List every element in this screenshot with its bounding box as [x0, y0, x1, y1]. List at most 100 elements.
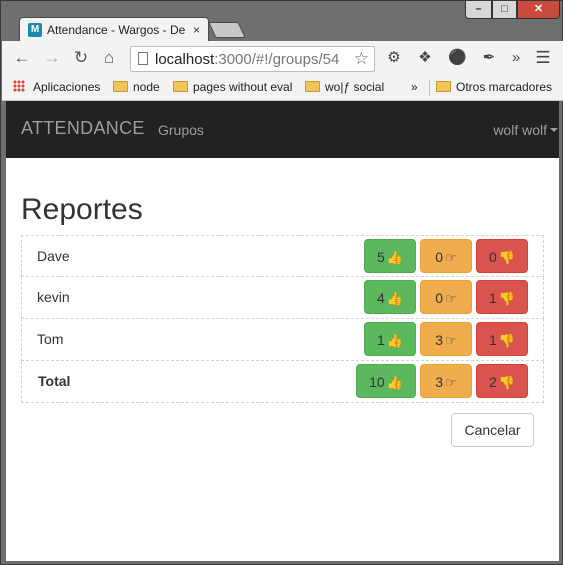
bookmark-label: pages without eval	[193, 80, 293, 94]
late-count: 0	[435, 249, 444, 265]
bookmarks-overflow[interactable]: »	[411, 80, 418, 94]
folder-icon	[173, 81, 188, 92]
evernote-icon[interactable]: ❖	[416, 49, 434, 67]
late-badge[interactable]: 3 ☞	[420, 322, 472, 356]
absent-badge[interactable]: 0 👎	[476, 239, 528, 273]
bookmark-apps-label: Aplicaciones	[33, 80, 101, 94]
present-count: 5	[377, 249, 385, 265]
folder-icon	[436, 81, 451, 92]
back-arrow-icon[interactable]: ←	[12, 49, 32, 67]
present-badge[interactable]: 4 👍	[364, 280, 416, 314]
cancel-button[interactable]: Cancelar	[451, 413, 534, 447]
hand-point-right-icon: ☞	[445, 250, 457, 265]
browser-toolbar: ← → ↻ ⌂ localhost:3000/#!/groups/54 ☆ ⚙ …	[2, 41, 563, 75]
address-bar[interactable]: localhost:3000/#!/groups/54 ☆	[130, 46, 375, 72]
reload-icon[interactable]: ↻	[71, 49, 91, 67]
total-label: Total	[38, 373, 71, 389]
url-path: :3000/#!/groups/54	[214, 51, 340, 68]
member-name: kevin	[37, 289, 70, 305]
close-icon: ✕	[533, 3, 544, 15]
present-badge[interactable]: 5 👍	[364, 239, 416, 273]
thumbs-up-icon: 👍	[386, 250, 403, 265]
thumbs-down-icon: 👎	[498, 291, 515, 306]
late-count: 0	[435, 290, 444, 306]
hand-point-right-icon: ☞	[445, 333, 457, 348]
tab-close-icon[interactable]: ×	[193, 23, 200, 37]
table-row: kevin 4 👍 0 ☞ 1 👎	[21, 277, 544, 319]
thumbs-up-icon: 👍	[386, 291, 403, 306]
site-favicon-icon: M	[28, 23, 42, 37]
close-window-button[interactable]: ✕	[517, 1, 560, 19]
late-count: 3	[435, 332, 444, 348]
thumbs-down-icon: 👎	[498, 250, 515, 265]
bookmark-folder[interactable]: pages without eval	[173, 80, 292, 94]
maximize-button[interactable]: □	[492, 1, 517, 19]
thumbs-down-icon: 👎	[498, 333, 515, 348]
late-count: 3	[435, 374, 444, 390]
forward-arrow-icon[interactable]: →	[42, 49, 62, 67]
folder-icon	[305, 81, 320, 92]
url-host: localhost	[155, 51, 215, 68]
bookmark-folder[interactable]: wo|ƒ social	[305, 80, 384, 94]
report-table: Dave 5 👍 0 ☞ 0 👎 kevin 4 👍 0 ☞ 1 👎 Tom 1 👍 3 ☞ 1…	[21, 235, 544, 403]
nav-link-grupos[interactable]: Grupos	[158, 122, 204, 138]
present-count: 1	[377, 332, 385, 348]
bookmark-folder[interactable]: node	[113, 80, 160, 94]
url-text: localhost:3000/#!/groups/54	[155, 51, 351, 68]
present-count: 4	[377, 290, 385, 306]
user-name: wolf wolf	[493, 122, 547, 138]
hand-point-right-icon: ☞	[445, 291, 457, 306]
bookmark-apps[interactable]: Aplicaciones	[13, 80, 100, 94]
navbar: ATTENDANCE Grupos wolf wolf	[6, 101, 559, 158]
late-badge[interactable]: 3 ☞	[420, 364, 472, 398]
absent-count: 0	[489, 249, 497, 265]
late-badge[interactable]: 0 ☞	[420, 239, 472, 273]
absent-badge[interactable]: 1 👎	[476, 280, 528, 314]
browser-tab[interactable]: M Attendance - Wargos - De ×	[19, 17, 209, 42]
member-name: Dave	[37, 248, 70, 264]
incognito-icon[interactable]: ⚫	[448, 49, 467, 67]
extensions-overflow-icon[interactable]: »	[507, 49, 525, 67]
thumbs-down-icon: 👎	[498, 375, 515, 390]
bookmarks-bar: Aplicaciones node pages without eval wo|…	[2, 75, 563, 101]
gear-icon[interactable]: ⚙	[385, 49, 403, 67]
absent-count: 1	[489, 332, 497, 348]
title-bar: M Attendance - Wargos - De × – □ ✕	[1, 1, 562, 42]
apps-grid-icon	[13, 80, 25, 92]
hand-point-right-icon: ☞	[445, 375, 457, 390]
thumbs-up-icon: 👍	[386, 375, 403, 390]
absent-count: 2	[489, 374, 497, 390]
minimize-button[interactable]: –	[465, 1, 492, 19]
eyedropper-icon[interactable]: ✒	[480, 49, 498, 67]
present-count: 10	[369, 374, 385, 390]
absent-badge[interactable]: 2 👎	[476, 364, 528, 398]
folder-icon	[113, 81, 128, 92]
total-row: Total 10 👍 3 ☞ 2 👎	[21, 361, 544, 403]
page-title: Reportes	[21, 193, 143, 226]
minimize-icon: –	[475, 3, 482, 15]
absent-badge[interactable]: 1 👎	[476, 322, 528, 356]
table-row: Tom 1 👍 3 ☞ 1 👎	[21, 319, 544, 361]
bookmarks-separator	[429, 80, 430, 96]
page-content: ATTENDANCE Grupos wolf wolf Reportes Dav…	[6, 101, 559, 561]
caret-down-icon	[550, 128, 558, 132]
present-badge[interactable]: 1 👍	[364, 322, 416, 356]
bookmark-other-label: Otros marcadores	[456, 80, 553, 94]
tab-title: Attendance - Wargos - De	[47, 23, 185, 37]
user-menu[interactable]: wolf wolf	[493, 122, 558, 138]
present-badge[interactable]: 10 👍	[356, 364, 416, 398]
thumbs-up-icon: 👍	[386, 333, 403, 348]
new-tab-button[interactable]	[208, 22, 246, 38]
absent-count: 1	[489, 290, 497, 306]
bookmark-other[interactable]: Otros marcadores	[436, 80, 552, 94]
page-icon	[138, 52, 148, 65]
home-icon[interactable]: ⌂	[99, 49, 119, 67]
table-row: Dave 5 👍 0 ☞ 0 👎	[21, 235, 544, 277]
menu-icon[interactable]: ☰	[534, 49, 552, 67]
late-badge[interactable]: 0 ☞	[420, 280, 472, 314]
maximize-icon: □	[501, 3, 508, 15]
bookmark-label: wo|ƒ social	[325, 80, 385, 94]
bookmark-star-icon[interactable]: ☆	[354, 49, 369, 69]
navbar-brand[interactable]: ATTENDANCE	[21, 118, 145, 139]
bookmark-label: node	[133, 80, 160, 94]
